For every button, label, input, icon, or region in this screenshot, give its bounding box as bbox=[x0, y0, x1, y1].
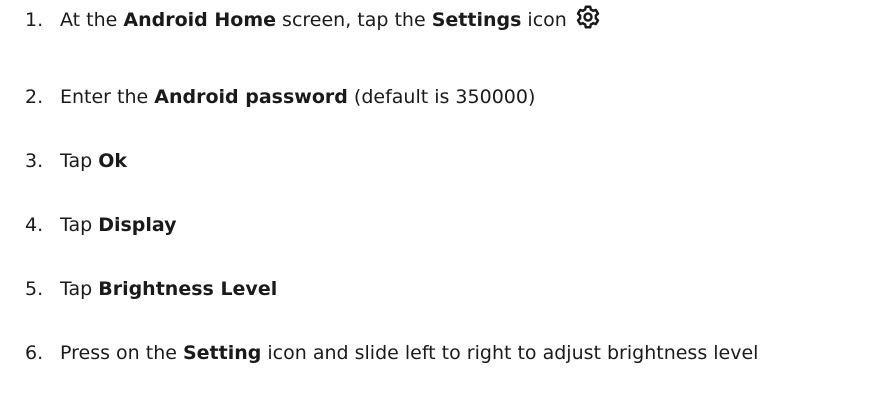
step-text: Tap Brightness Level bbox=[60, 278, 278, 300]
step-text: At the Android Home screen, tap the Sett… bbox=[60, 4, 860, 36]
brightness-level-label: Brightness Level bbox=[98, 278, 278, 300]
step-number: 1. bbox=[25, 9, 44, 31]
step-number: 3. bbox=[25, 150, 44, 172]
step-text: Enter the Android password (default is 3… bbox=[60, 86, 536, 108]
setting-label: Setting bbox=[182, 342, 262, 364]
step-number: 4. bbox=[25, 214, 44, 236]
android-password-label: Android password bbox=[154, 86, 348, 108]
step-number: 6. bbox=[25, 342, 44, 364]
step-text: Tap Display bbox=[60, 214, 177, 236]
settings-gear-icon bbox=[576, 5, 600, 29]
android-home-label: Android Home bbox=[123, 9, 276, 31]
step-text: Press on the Setting icon and slide left… bbox=[60, 342, 759, 364]
step-number: 5. bbox=[25, 278, 44, 300]
step-number: 2. bbox=[25, 86, 44, 108]
settings-label: Settings bbox=[431, 9, 522, 31]
step-text: Tap Ok bbox=[60, 150, 128, 172]
display-label: Display bbox=[98, 214, 177, 236]
ok-label: Ok bbox=[98, 150, 128, 172]
